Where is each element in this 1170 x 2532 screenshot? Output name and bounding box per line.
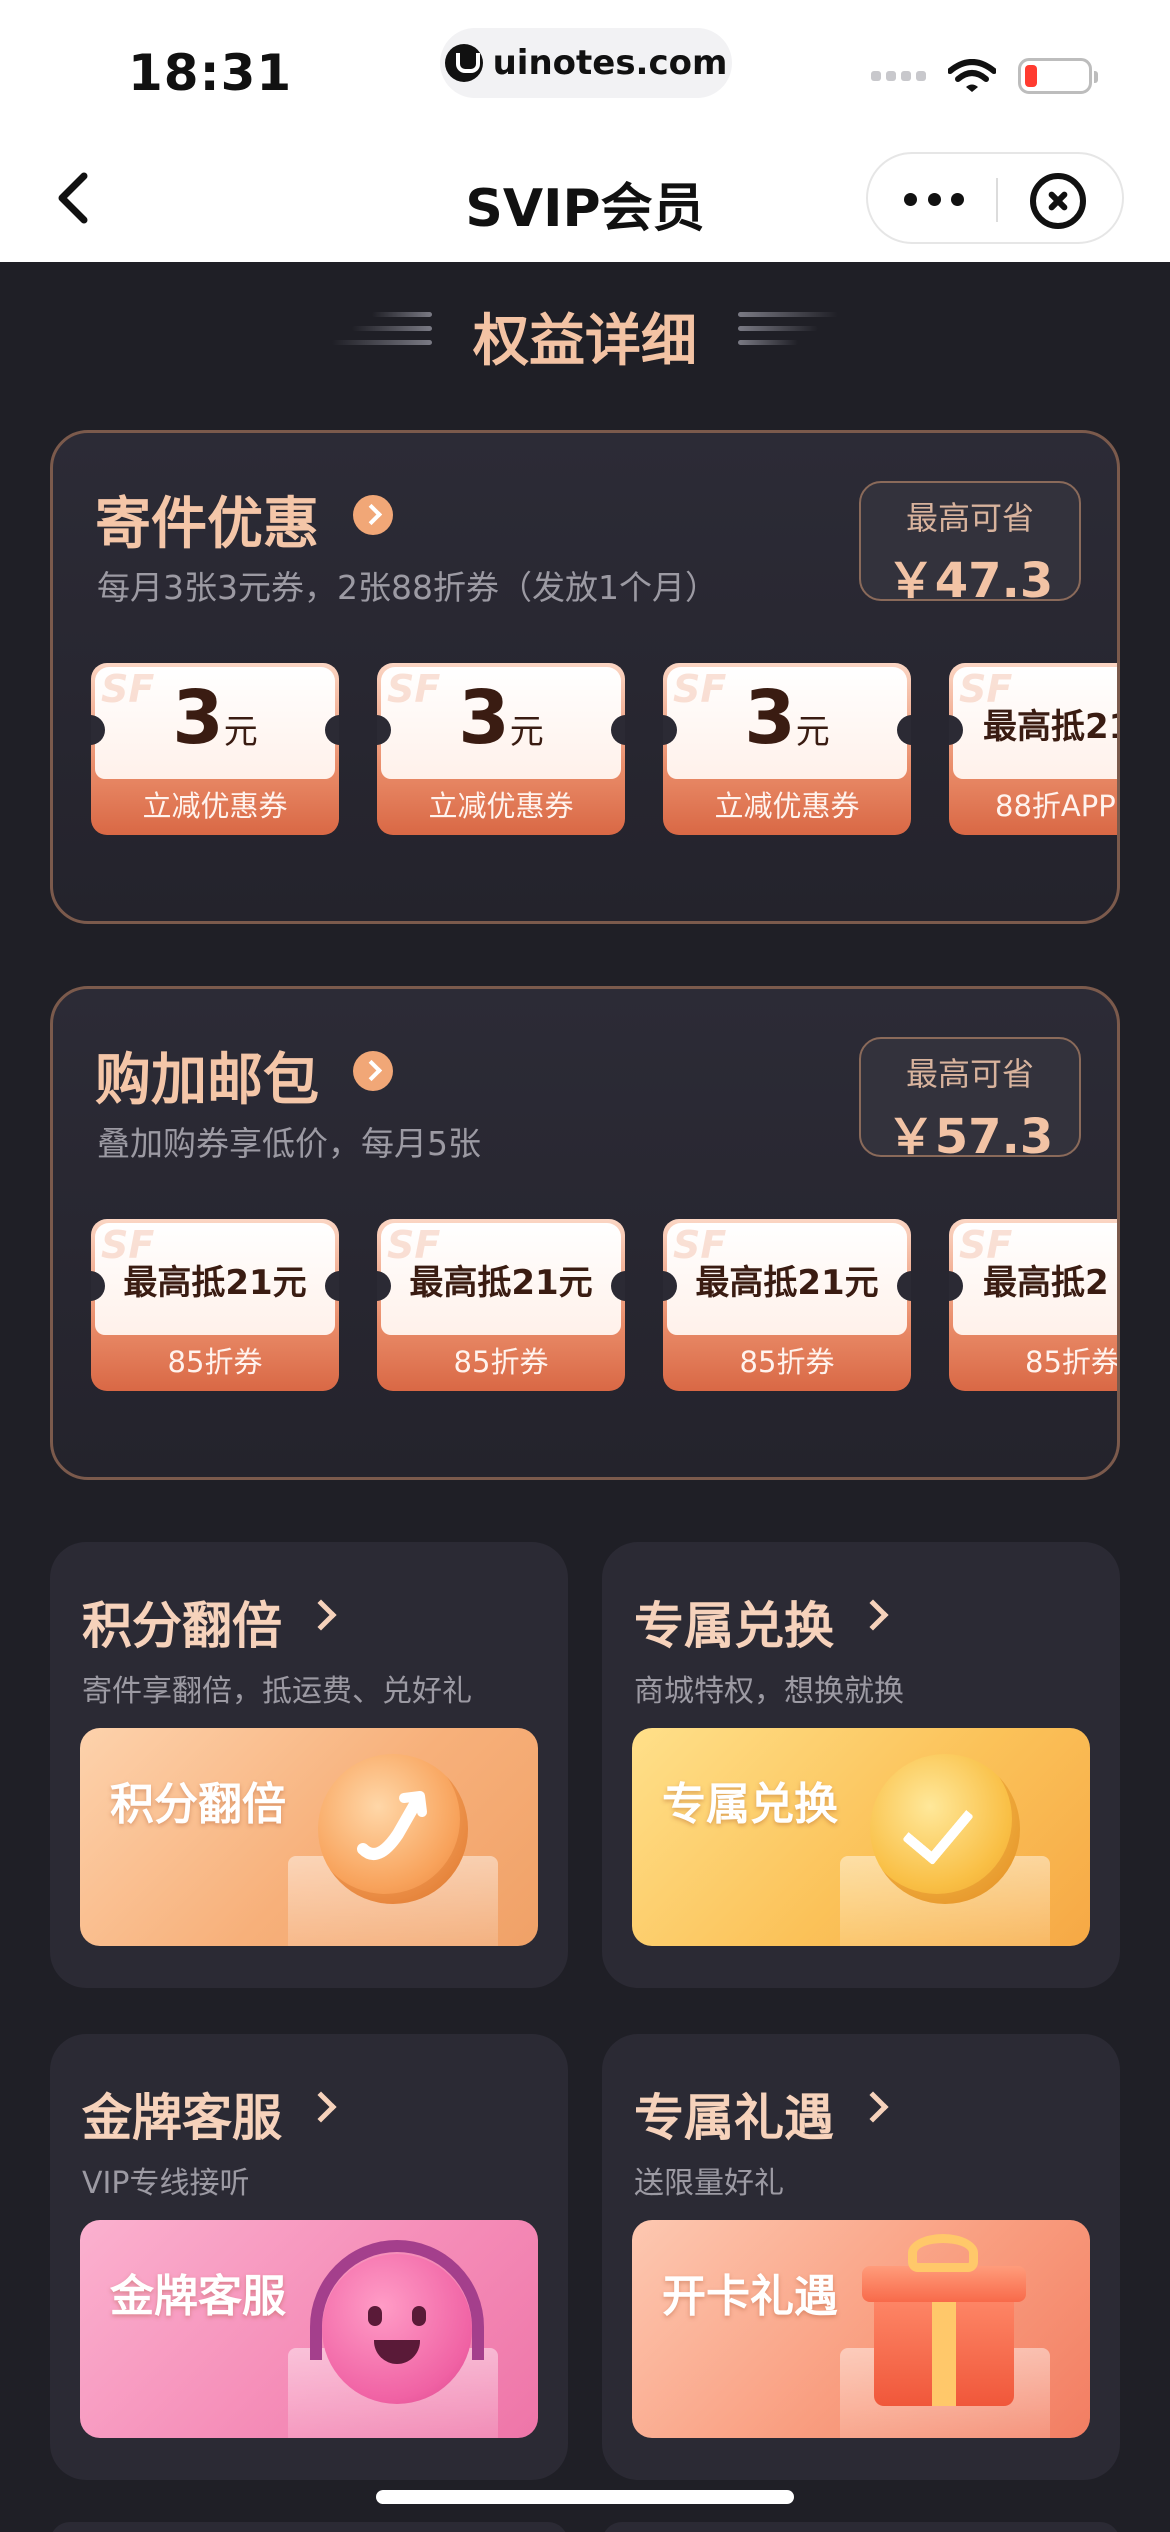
benefit-gold-service[interactable]: 金牌客服 VIP专线接听 金牌客服	[50, 2034, 568, 2480]
max-save-badge: 最高可省 ￥47.3	[859, 481, 1081, 609]
coupon-label: 85折券	[167, 1345, 263, 1379]
benefit-subtitle: 送限量好礼	[634, 2166, 784, 2201]
coupon-item[interactable]: SF 最高抵21 88折APP	[949, 663, 1120, 835]
benefit-subtitle: 商城特权，想换就换	[634, 1674, 904, 1709]
card-subtitle: 每月3张3元券，2张88折券（发放1个月）	[97, 568, 718, 607]
coupon-item[interactable]: SF 最高抵21元 85折券	[91, 1219, 339, 1391]
benefit-exclusive-exchange[interactable]: 专属兑换 商城特权，想换就换 专属兑换	[602, 1542, 1120, 1988]
coin-check-icon	[870, 1754, 1020, 1904]
coupon-text: 最高抵21	[983, 707, 1120, 747]
coupon-list[interactable]: SF 最高抵21元 85折券 SF 最高抵21元 85折券 SF 最高抵21元 …	[91, 1219, 1120, 1395]
save-value: ￥57.3	[886, 1109, 1054, 1165]
chevron-right-icon	[857, 1599, 889, 1631]
coin-arrow-icon	[318, 1754, 468, 1904]
status-time: 18:31	[128, 44, 293, 102]
section-title: 权益详细	[473, 309, 697, 374]
coupon-item[interactable]: SF 3元 立减优惠券	[663, 663, 911, 835]
save-label: 最高可省	[905, 499, 1034, 537]
chevron-right-icon	[857, 2091, 889, 2123]
url-pill[interactable]: uinotes.com	[440, 28, 732, 98]
coupon-text: 最高抵21元	[695, 1263, 879, 1303]
battery-icon	[1018, 58, 1098, 94]
close-icon[interactable]	[1030, 173, 1086, 229]
coupon-amount: 3元	[744, 675, 830, 761]
card-title: 购加邮包	[95, 1048, 319, 1113]
next-card-peek	[602, 2522, 1120, 2532]
card-addon-package: 购加邮包 叠加购券享低价，每月5张 最高可省 ￥57.3 SF 最高抵21元 8…	[50, 986, 1120, 1480]
coupon-label: 立减优惠券	[428, 789, 574, 823]
card-arrow-icon[interactable]	[353, 495, 393, 535]
card-subtitle: 叠加购券享低价，每月5张	[97, 1124, 481, 1163]
chevron-right-icon	[305, 1599, 337, 1631]
benefit-subtitle: 寄件享翻倍，抵运费、兑好礼	[82, 1674, 472, 1709]
header-decoration-right	[738, 312, 842, 360]
benefit-title: 积分翻倍	[82, 1597, 282, 1655]
benefit-exclusive-gift[interactable]: 专属礼遇 送限量好礼 开卡礼遇	[602, 2034, 1120, 2480]
card-title: 寄件优惠	[95, 492, 319, 557]
card-shipping-discount: 寄件优惠 每月3张3元券，2张88折券（发放1个月） 最高可省 ￥47.3 SF…	[50, 430, 1120, 924]
mini-program-capsule	[866, 152, 1124, 244]
banner-text: 开卡礼遇	[662, 2271, 838, 2322]
benefit-banner[interactable]: 开卡礼遇	[632, 2220, 1090, 2438]
home-indicator[interactable]	[376, 2490, 794, 2504]
coupon-label: 立减优惠券	[714, 789, 860, 823]
coupon-label: 85折券	[453, 1345, 549, 1379]
coupon-item[interactable]: SF 3元 立减优惠券	[91, 663, 339, 835]
save-label: 最高可省	[905, 1055, 1034, 1093]
coupon-item[interactable]: SF 最高抵2 85折券	[949, 1219, 1120, 1391]
more-icon[interactable]	[904, 184, 964, 214]
coupon-item[interactable]: SF 最高抵21元 85折券	[377, 1219, 625, 1391]
benefit-title: 金牌客服	[82, 2089, 282, 2147]
coupon-text: 最高抵2	[983, 1263, 1109, 1303]
coupon-label: 88折APP	[995, 789, 1116, 823]
gift-bow-icon	[908, 2234, 978, 2272]
benefit-subtitle: VIP专线接听	[82, 2166, 250, 2201]
coupon-amount: 3元	[172, 675, 258, 761]
coupon-label: 85折券	[1025, 1345, 1120, 1379]
benefit-banner[interactable]: 专属兑换	[632, 1728, 1090, 1946]
site-logo-icon	[444, 44, 483, 82]
benefit-points-double[interactable]: 积分翻倍 寄件享翻倍，抵运费、兑好礼 积分翻倍	[50, 1542, 568, 1988]
capsule-divider	[996, 178, 998, 222]
next-card-peek	[50, 2522, 568, 2532]
chevron-right-icon	[305, 2091, 337, 2123]
url-text: uinotes.com	[492, 43, 728, 83]
benefit-banner[interactable]: 积分翻倍	[80, 1728, 538, 1946]
banner-text: 积分翻倍	[110, 1779, 286, 1830]
coupon-text: 最高抵21元	[123, 1263, 307, 1303]
gift-box-icon	[874, 2290, 1014, 2406]
coupon-item[interactable]: SF 最高抵21元 85折券	[663, 1219, 911, 1391]
coupon-list[interactable]: SF 3元 立减优惠券 SF 3元 立减优惠券 SF 3元 立减优惠券 SF 最…	[91, 663, 1120, 839]
save-value: ￥47.3	[886, 553, 1054, 609]
banner-text: 金牌客服	[110, 2271, 286, 2322]
coupon-text: 最高抵21元	[409, 1263, 593, 1303]
max-save-badge: 最高可省 ￥57.3	[859, 1037, 1081, 1165]
status-icons	[871, 58, 1098, 94]
benefit-title: 专属兑换	[634, 1597, 834, 1655]
top-bar: 18:31 uinotes.com SVIP会员	[0, 0, 1170, 262]
headset-smiley-icon	[322, 2254, 472, 2404]
coupon-label: 85折券	[739, 1345, 835, 1379]
coupon-label: 立减优惠券	[142, 789, 288, 823]
benefit-title: 专属礼遇	[634, 2089, 834, 2147]
coupon-amount: 3元	[458, 675, 544, 761]
banner-text: 专属兑换	[662, 1779, 838, 1830]
benefit-banner[interactable]: 金牌客服	[80, 2220, 538, 2438]
card-arrow-icon[interactable]	[353, 1051, 393, 1091]
wifi-icon	[948, 59, 996, 92]
coupon-item[interactable]: SF 3元 立减优惠券	[377, 663, 625, 835]
signal-icon	[871, 71, 926, 81]
